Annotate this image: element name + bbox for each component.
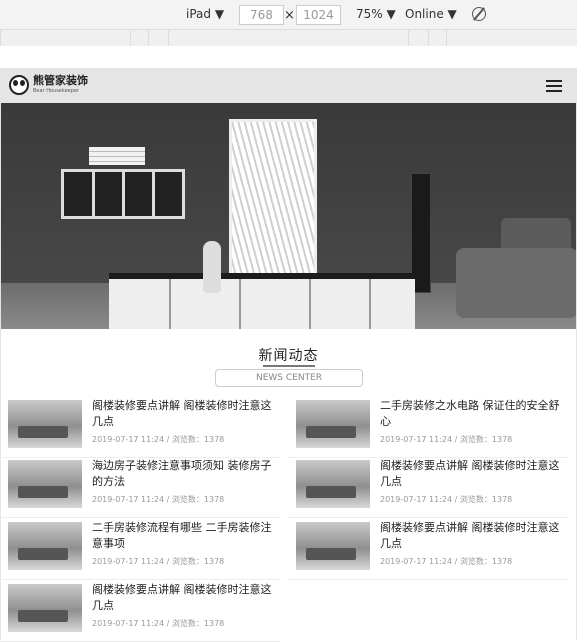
news-item-date: 2019-07-17 11:24 [92,557,165,566]
news-item-meta: 2019-07-17 11:24 / 浏览数：1378 [92,556,224,567]
network-throttle-select[interactable]: Online ▼ [405,7,457,21]
news-item-title[interactable]: 阁楼装修要点讲解 阁楼装修时注意这几点 [380,520,560,552]
news-thumbnail[interactable] [8,584,82,632]
news-item[interactable]: 海边房子装修注意事项须知 装修房子的方法 2019-07-17 11:24 / … [0,458,280,518]
news-thumbnail[interactable] [8,400,82,448]
news-item-meta: 2019-07-17 11:24 / 浏览数：1378 [380,556,512,567]
news-item[interactable]: 二手房装修流程有哪些 二手房装修注意事项 2019-07-17 11:24 / … [0,520,280,580]
news-heading: 新闻动态 NEWS CENTER [1,345,576,389]
panda-logo-icon[interactable] [9,75,29,95]
news-item-title[interactable]: 二手房装修之水电路 保证住的安全舒心 [380,398,560,430]
meta-separator: / [166,557,170,566]
news-item-date: 2019-07-17 11:24 [92,495,165,504]
hero-banner[interactable] [1,103,576,329]
hero-tv-cabinet [109,273,415,329]
media-query-bar[interactable] [0,30,577,46]
news-item-date: 2019-07-17 11:24 [380,435,453,444]
hamburger-menu-icon[interactable] [546,80,562,92]
rotate-icon[interactable] [472,7,486,21]
news-item-views: 浏览数：1378 [171,619,225,628]
news-item-views: 浏览数：1378 [459,495,513,504]
news-item-date: 2019-07-17 11:24 [380,495,453,504]
dimension-separator: × [284,8,295,23]
news-item-views: 浏览数：1378 [459,557,513,566]
news-subtitle: NEWS CENTER [215,369,363,387]
news-item[interactable]: 阁楼装修要点讲解 阁楼装修时注意这几点 2019-07-17 11:24 / 浏… [0,582,280,642]
news-item-title[interactable]: 阁楼装修要点讲解 阁楼装修时注意这几点 [92,398,272,430]
news-item[interactable]: 阁楼装修要点讲解 阁楼装修时注意这几点 2019-07-17 11:24 / 浏… [0,398,280,458]
news-item-meta: 2019-07-17 11:24 / 浏览数：1378 [92,618,224,629]
brand-subtitle: Bear Housekeeper [33,88,80,94]
news-item-views: 浏览数：1378 [171,435,225,444]
news-thumbnail[interactable] [296,522,370,570]
news-item-date: 2019-07-17 11:24 [92,435,165,444]
meta-separator: / [454,557,458,566]
news-item-views: 浏览数：1378 [459,435,513,444]
news-item-meta: 2019-07-17 11:24 / 浏览数：1378 [380,434,512,445]
news-item-meta: 2019-07-17 11:24 / 浏览数：1378 [92,434,224,445]
device-select[interactable]: iPad ▼ [186,7,224,21]
news-item[interactable]: 阁楼装修要点讲解 阁楼装修时注意这几点 2019-07-17 11:24 / 浏… [288,520,568,580]
meta-separator: / [454,435,458,444]
height-input[interactable]: 1024 [296,5,341,25]
news-item-title[interactable]: 阁楼装修要点讲解 阁楼装修时注意这几点 [92,582,272,614]
news-item[interactable]: 阁楼装修要点讲解 阁楼装修时注意这几点 2019-07-17 11:24 / 浏… [288,458,568,518]
news-thumbnail[interactable] [8,460,82,508]
news-thumbnail[interactable] [296,400,370,448]
meta-separator: / [166,435,170,444]
news-item[interactable]: 二手房装修之水电路 保证住的安全舒心 2019-07-17 11:24 / 浏览… [288,398,568,458]
hero-art-panel [229,119,317,283]
zoom-select[interactable]: 75% ▼ [356,7,396,21]
meta-separator: / [166,495,170,504]
hero-shelf [61,169,185,219]
hero-vase [203,241,221,293]
meta-separator: / [166,619,170,628]
news-item-title[interactable]: 海边房子装修注意事项须知 装修房子的方法 [92,458,272,490]
news-item-views: 浏览数：1378 [171,495,225,504]
news-item-date: 2019-07-17 11:24 [92,619,165,628]
news-thumbnail[interactable] [8,522,82,570]
news-title-underline [263,365,315,367]
news-title: 新闻动态 [258,348,319,364]
device-toolbar: iPad ▼ 768 × 1024 75% ▼ Online ▼ [0,0,577,30]
news-item-title[interactable]: 二手房装修流程有哪些 二手房装修注意事项 [92,520,272,552]
brand-name[interactable]: 熊管家装饰 [33,75,88,86]
news-thumbnail[interactable] [296,460,370,508]
news-item-meta: 2019-07-17 11:24 / 浏览数：1378 [380,494,512,505]
news-item-meta: 2019-07-17 11:24 / 浏览数：1378 [92,494,224,505]
news-item-views: 浏览数：1378 [171,557,225,566]
news-item-date: 2019-07-17 11:24 [380,557,453,566]
hero-sofa [456,248,576,318]
width-input[interactable]: 768 [239,5,284,25]
news-item-title[interactable]: 阁楼装修要点讲解 阁楼装修时注意这几点 [380,458,560,490]
site-header: 熊管家装饰 Bear Housekeeper [1,68,576,103]
hero-books [89,147,145,165]
meta-separator: / [454,495,458,504]
